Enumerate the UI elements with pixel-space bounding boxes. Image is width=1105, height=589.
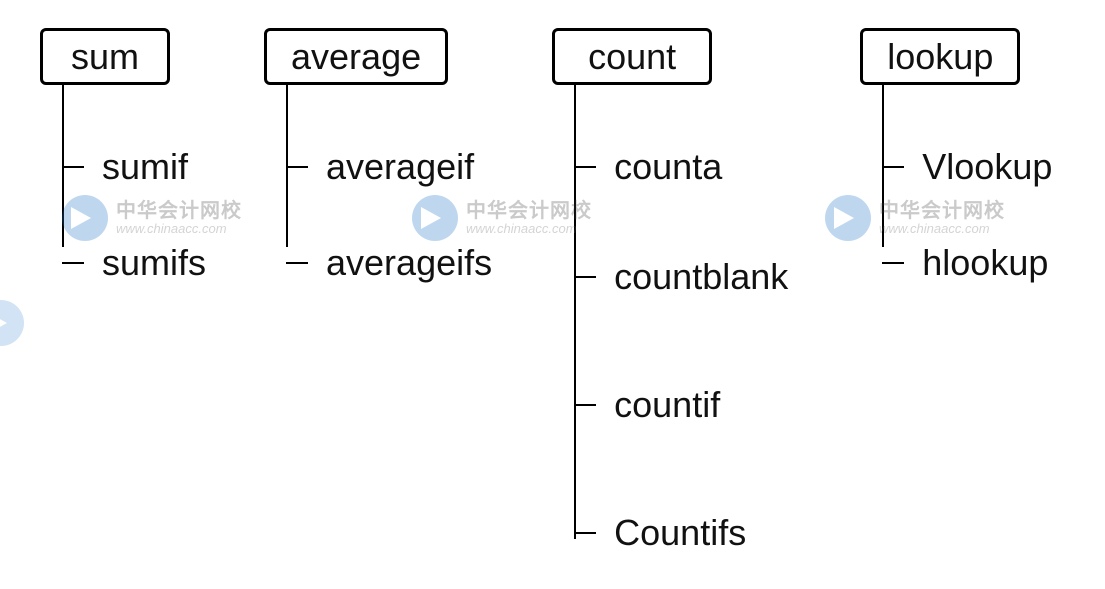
child-countifs: Countifs [574, 507, 788, 559]
child-label: hlookup [922, 245, 1048, 281]
branch-tick [574, 276, 596, 278]
children-sum: sumif sumifs [62, 85, 206, 289]
child-counta: counta [574, 141, 788, 193]
child-label: Countifs [614, 515, 746, 551]
root-count: count [552, 28, 712, 85]
branch-tick [574, 404, 596, 406]
child-label: averageifs [326, 245, 492, 281]
diagram-canvas: sum sumif sumifs average averag [0, 0, 1105, 589]
child-label: countif [614, 387, 720, 423]
branch-tick [574, 532, 596, 534]
child-label: sumif [102, 149, 188, 185]
child-countif: countif [574, 379, 788, 431]
children-average: averageif averageifs [286, 85, 492, 289]
children-count: counta countblank countif Countifs [574, 85, 788, 559]
root-average: average [264, 28, 448, 85]
root-sum: sum [40, 28, 170, 85]
child-hlookup: hlookup [882, 237, 1052, 289]
branch-tick [286, 262, 308, 264]
child-sumifs: sumifs [62, 237, 206, 289]
child-label: averageif [326, 149, 474, 185]
child-label: counta [614, 149, 722, 185]
diagram-row: sum sumif sumifs average averag [0, 0, 1105, 559]
child-label: countblank [614, 259, 788, 295]
child-label: sumifs [102, 245, 206, 281]
child-averageifs: averageifs [286, 237, 492, 289]
branch-tick [882, 166, 904, 168]
group-lookup: lookup Vlookup hlookup [860, 28, 1052, 289]
branch-tick [62, 166, 84, 168]
child-vlookup: Vlookup [882, 141, 1052, 193]
children-lookup: Vlookup hlookup [882, 85, 1052, 289]
child-averageif: averageif [286, 141, 492, 193]
branch-tick [574, 166, 596, 168]
branch-tick [62, 262, 84, 264]
branch-tick [286, 166, 308, 168]
child-label: Vlookup [922, 149, 1052, 185]
root-lookup: lookup [860, 28, 1020, 85]
child-countblank: countblank [574, 251, 788, 303]
branch-tick [882, 262, 904, 264]
group-count: count counta countblank countif Count [552, 28, 788, 559]
group-sum: sum sumif sumifs [40, 28, 206, 289]
child-sumif: sumif [62, 141, 206, 193]
group-average: average averageif averageifs [264, 28, 492, 289]
